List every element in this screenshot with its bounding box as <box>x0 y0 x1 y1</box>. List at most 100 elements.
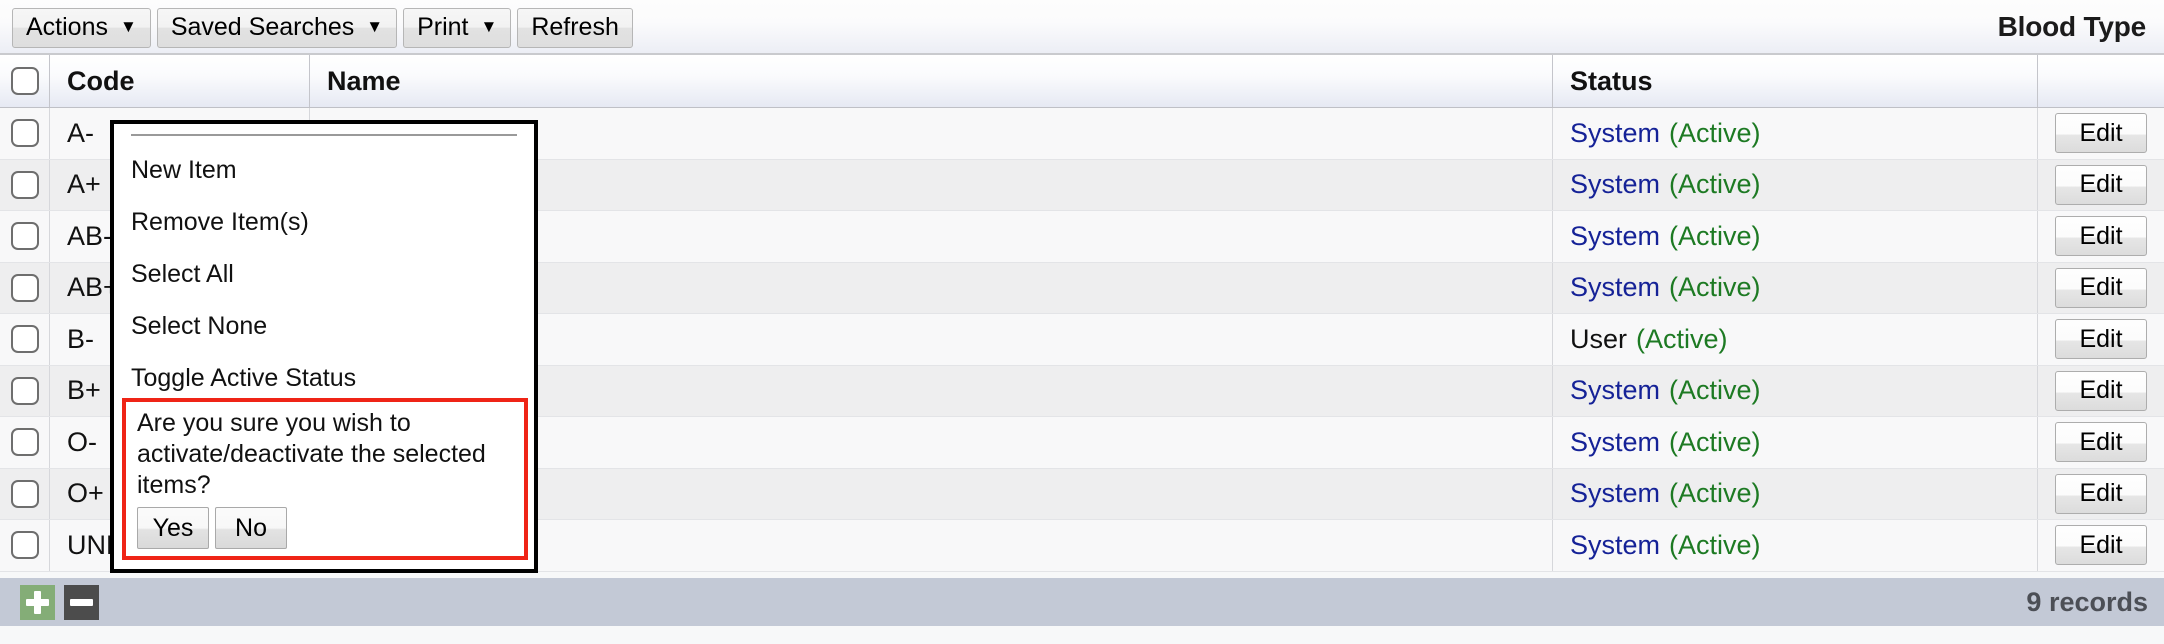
status-owner: System <box>1570 529 1661 560</box>
confirm-yes-button[interactable]: Yes <box>137 507 209 550</box>
row-select-cell[interactable] <box>0 417 50 468</box>
column-header-name-label: Name <box>327 65 401 96</box>
edit-button[interactable]: Edit <box>2055 164 2147 205</box>
add-record-button[interactable] <box>20 584 55 620</box>
status-badge: (Active) <box>1669 529 1761 560</box>
status-badge: (Active) <box>1669 272 1761 303</box>
cell-status: System (Active) <box>1553 365 2038 416</box>
status-badge: (Active) <box>1669 117 1761 148</box>
cell-edit: Edit <box>2038 211 2164 262</box>
status-owner: System <box>1570 375 1661 406</box>
edit-button[interactable]: Edit <box>2055 525 2147 566</box>
cell-edit: Edit <box>2038 366 2164 417</box>
cell-status: System (Active) <box>1553 520 2038 571</box>
cell-code-value: B+ <box>67 375 101 406</box>
row-select-checkbox[interactable] <box>10 428 39 457</box>
actions-context-menu: New Item Remove Item(s) Select All Select N… <box>110 120 538 573</box>
saved-searches-menu-button[interactable]: Saved Searches ▼ <box>156 7 398 48</box>
record-count: 9 records <box>2026 586 2148 617</box>
menu-item-select-all[interactable]: Select All <box>114 248 534 300</box>
row-select-cell[interactable] <box>0 211 50 262</box>
cell-status: System (Active) <box>1553 468 2038 519</box>
plus-icon <box>34 590 41 614</box>
toolbar-button-group: Actions ▼ Saved Searches ▼ Print ▼ Refre… <box>12 6 639 48</box>
column-header-code[interactable]: Code <box>50 55 310 107</box>
row-select-checkbox[interactable] <box>10 479 39 508</box>
status-badge: (Active) <box>1669 426 1761 457</box>
edit-button[interactable]: Edit <box>2055 267 2147 308</box>
edit-button[interactable]: Edit <box>2055 319 2147 360</box>
refresh-button-label: Refresh <box>531 13 619 41</box>
footer-bar: 9 records <box>0 578 2164 626</box>
status-badge: (Active) <box>1636 323 1728 354</box>
edit-button[interactable]: Edit <box>2055 473 2147 514</box>
status-badge: (Active) <box>1669 375 1761 406</box>
cell-status: System (Active) <box>1553 211 2038 262</box>
row-select-cell[interactable] <box>0 262 50 313</box>
refresh-button[interactable]: Refresh <box>517 7 633 48</box>
select-all-checkbox[interactable] <box>10 67 39 95</box>
menu-item-list: New Item Remove Item(s) Select All Select N… <box>114 136 534 404</box>
column-header-status-label: Status <box>1570 65 1653 96</box>
column-header-edit <box>2038 55 2164 107</box>
chevron-down-icon: ▼ <box>480 17 498 36</box>
cell-status: System (Active) <box>1553 262 2038 313</box>
row-select-cell[interactable] <box>0 159 50 210</box>
row-select-checkbox[interactable] <box>10 325 39 354</box>
actions-menu-button[interactable]: Actions ▼ <box>12 7 151 48</box>
remove-record-button[interactable] <box>64 584 99 620</box>
row-select-checkbox[interactable] <box>10 531 39 560</box>
cell-code-value: O+ <box>67 478 104 509</box>
row-select-cell[interactable] <box>0 108 50 159</box>
page-title: Blood Type <box>1997 10 2147 42</box>
row-select-cell[interactable] <box>0 520 50 571</box>
minus-icon <box>70 598 93 606</box>
edit-button[interactable]: Edit <box>2055 216 2147 257</box>
status-owner: System <box>1570 426 1661 457</box>
print-menu-button[interactable]: Print ▼ <box>403 7 512 48</box>
confirm-button-group: Yes No <box>137 507 524 550</box>
menu-item-new-item[interactable]: New Item <box>114 144 534 196</box>
row-select-checkbox[interactable] <box>10 376 39 405</box>
cell-edit: Edit <box>2038 469 2164 520</box>
select-all-header-cell[interactable] <box>0 55 50 107</box>
cell-status: System (Active) <box>1553 108 2038 159</box>
status-badge: (Active) <box>1669 478 1761 509</box>
cell-status: System (Active) <box>1553 417 2038 468</box>
confirm-no-button[interactable]: No <box>215 507 287 550</box>
status-owner: System <box>1570 220 1661 251</box>
cell-status: System (Active) <box>1553 159 2038 210</box>
cell-edit: Edit <box>2038 417 2164 468</box>
column-header-name[interactable]: Name <box>310 55 1553 107</box>
cell-edit: Edit <box>2038 314 2164 365</box>
cell-edit: Edit <box>2038 108 2164 159</box>
status-owner: User <box>1570 323 1628 354</box>
edit-button[interactable]: Edit <box>2055 370 2147 411</box>
menu-item-select-none[interactable]: Select None <box>114 300 534 352</box>
status-badge: (Active) <box>1669 169 1761 200</box>
row-select-checkbox[interactable] <box>10 222 39 251</box>
cell-edit: Edit <box>2038 520 2164 571</box>
status-owner: System <box>1570 169 1661 200</box>
actions-menu-button-label: Actions <box>26 13 108 41</box>
row-select-cell[interactable] <box>0 365 50 416</box>
row-select-checkbox[interactable] <box>10 273 39 302</box>
row-select-cell[interactable] <box>0 314 50 365</box>
row-select-cell[interactable] <box>0 468 50 519</box>
toolbar: Actions ▼ Saved Searches ▼ Print ▼ Refre… <box>0 0 2164 55</box>
cell-code-value: B- <box>67 323 94 354</box>
menu-item-remove-item-s[interactable]: Remove Item(s) <box>114 196 534 248</box>
row-select-checkbox[interactable] <box>10 119 39 148</box>
table-header-row: Code Name Status <box>0 55 2164 108</box>
print-menu-button-label: Print <box>417 13 469 41</box>
edit-button[interactable]: Edit <box>2055 113 2147 154</box>
edit-button[interactable]: Edit <box>2055 422 2147 463</box>
status-owner: System <box>1570 272 1661 303</box>
cell-code-value: O- <box>67 426 97 457</box>
confirm-dialog: Are you sure you wish to activate/deacti… <box>122 398 528 560</box>
status-owner: System <box>1570 117 1661 148</box>
row-select-checkbox[interactable] <box>10 170 39 199</box>
menu-item-toggle-active-status[interactable]: Toggle Active Status <box>114 352 534 404</box>
app-window: Actions ▼ Saved Searches ▼ Print ▼ Refre… <box>0 0 2164 644</box>
column-header-status[interactable]: Status <box>1553 55 2038 107</box>
